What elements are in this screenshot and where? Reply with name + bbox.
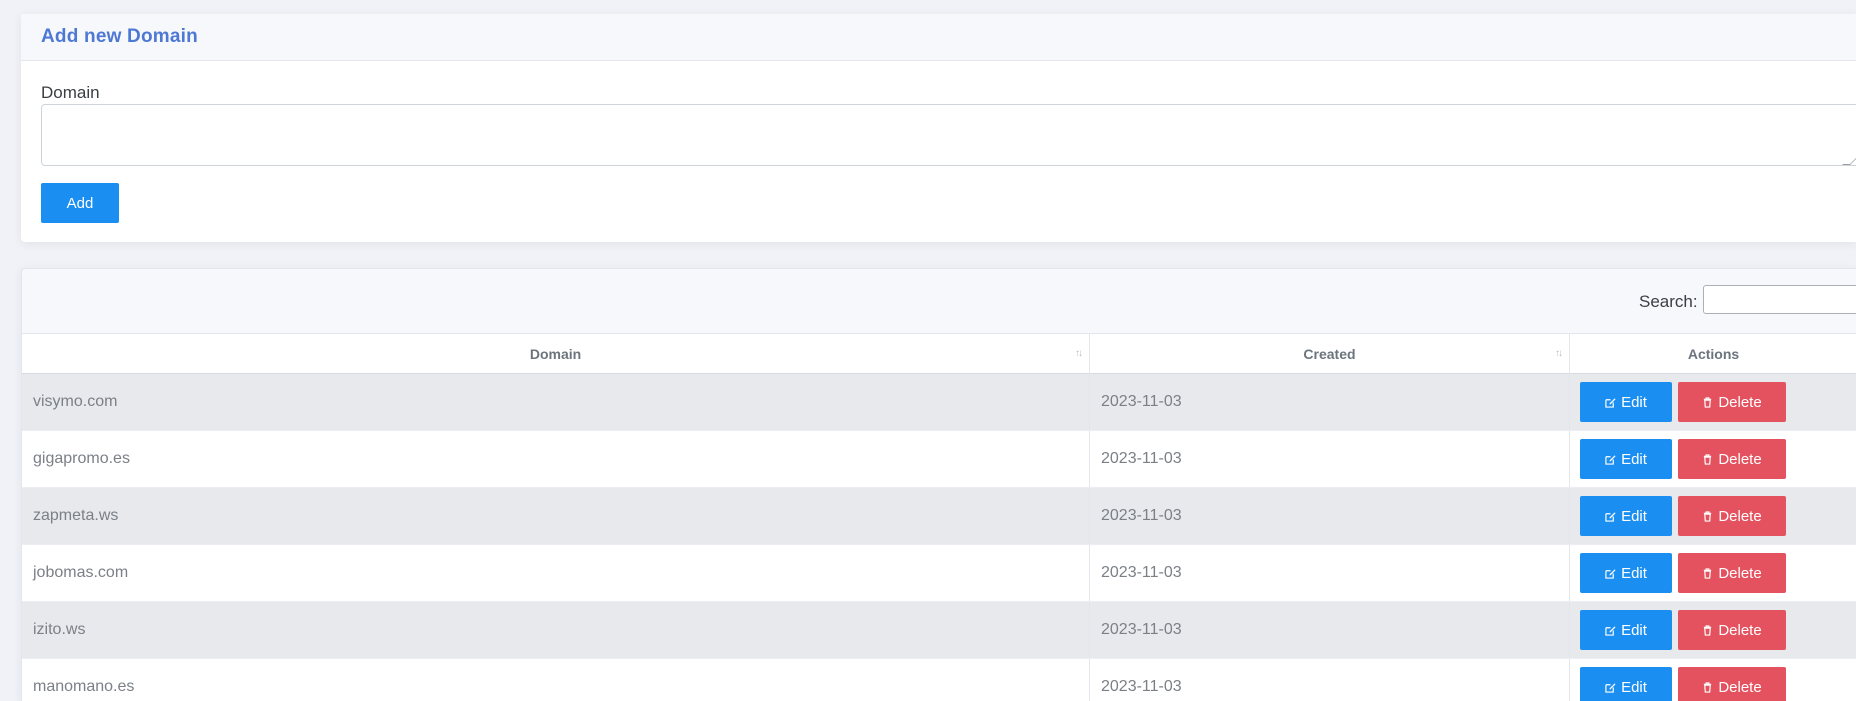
domain-cell: jobomas.com [22, 545, 1090, 601]
column-header-label: Domain [529, 346, 582, 362]
edit-label: Edit [1621, 393, 1647, 411]
trash-icon [1704, 681, 1712, 693]
created-cell: 2023-11-03 [1090, 659, 1570, 701]
edit-button[interactable]: Edit [1580, 667, 1672, 701]
edit-label: Edit [1621, 678, 1647, 696]
column-header-label: Created [1303, 346, 1356, 362]
search-input[interactable] [1703, 285, 1856, 314]
column-header-domain[interactable]: Domain ↑↓ [22, 334, 1090, 374]
edit-icon [1605, 682, 1616, 693]
edit-icon [1605, 397, 1616, 408]
trash-icon [1704, 567, 1712, 579]
delete-label: Delete [1718, 450, 1762, 468]
edit-label: Edit [1621, 564, 1647, 582]
table-row: visymo.com 2023-11-03 Edit Delete [22, 374, 1856, 431]
domain-cell: zapmeta.ws [22, 488, 1090, 544]
domain-cell: izito.ws [22, 602, 1090, 658]
actions-cell: Edit Delete [1570, 488, 1856, 544]
actions-cell: Edit Delete [1570, 602, 1856, 658]
trash-icon [1704, 453, 1712, 465]
domain-input[interactable] [41, 104, 1856, 166]
actions-cell: Edit Delete [1570, 374, 1856, 430]
page: Add new Domain Domain Add Search: Domain… [0, 0, 1856, 701]
edit-icon [1605, 568, 1616, 579]
delete-label: Delete [1718, 621, 1762, 639]
table-row: jobomas.com 2023-11-03 Edit Delete [22, 545, 1856, 602]
created-cell: 2023-11-03 [1090, 545, 1570, 601]
delete-label: Delete [1718, 564, 1762, 582]
delete-button[interactable]: Delete [1678, 667, 1786, 701]
edit-icon [1605, 511, 1616, 522]
table-header: Domain ↑↓ Created ↑↓ Actions [22, 333, 1856, 374]
delete-button[interactable]: Delete [1678, 553, 1786, 593]
delete-button[interactable]: Delete [1678, 382, 1786, 422]
created-cell: 2023-11-03 [1090, 602, 1570, 658]
delete-button[interactable]: Delete [1678, 439, 1786, 479]
delete-button[interactable]: Delete [1678, 610, 1786, 650]
trash-icon [1704, 396, 1712, 408]
actions-cell: Edit Delete [1570, 659, 1856, 701]
delete-button[interactable]: Delete [1678, 496, 1786, 536]
created-cell: 2023-11-03 [1090, 431, 1570, 487]
delete-label: Delete [1718, 678, 1762, 696]
edit-button[interactable]: Edit [1580, 610, 1672, 650]
domain-field-label: Domain [41, 83, 100, 102]
created-cell: 2023-11-03 [1090, 374, 1570, 430]
created-cell: 2023-11-03 [1090, 488, 1570, 544]
column-header-created[interactable]: Created ↑↓ [1090, 334, 1570, 374]
actions-cell: Edit Delete [1570, 545, 1856, 601]
delete-label: Delete [1718, 507, 1762, 525]
domain-cell: visymo.com [22, 374, 1090, 430]
edit-label: Edit [1621, 450, 1647, 468]
sort-icon: ↑↓ [1075, 348, 1083, 359]
domain-cell: manomano.es [22, 659, 1090, 701]
table-row: manomano.es 2023-11-03 Edit Delete [22, 659, 1856, 701]
domain-cell: gigapromo.es [22, 431, 1090, 487]
edit-button[interactable]: Edit [1580, 439, 1672, 479]
edit-icon [1605, 454, 1616, 465]
edit-button[interactable]: Edit [1580, 496, 1672, 536]
search-label: Search: [1639, 292, 1698, 311]
delete-label: Delete [1718, 393, 1762, 411]
column-header-label: Actions [1687, 346, 1740, 362]
trash-icon [1704, 624, 1712, 636]
domains-table-card: Search: Domain ↑↓ Created ↑↓ Actions vis… [21, 268, 1856, 701]
edit-button[interactable]: Edit [1580, 553, 1672, 593]
domains-table: Domain ↑↓ Created ↑↓ Actions visymo.com … [22, 333, 1856, 701]
table-row: izito.ws 2023-11-03 Edit Delete [22, 602, 1856, 659]
table-row: zapmeta.ws 2023-11-03 Edit Delete [22, 488, 1856, 545]
table-body: visymo.com 2023-11-03 Edit Delete gigapr… [22, 374, 1856, 701]
card-header: Add new Domain [21, 14, 1856, 61]
card-title: Add new Domain [41, 26, 198, 47]
table-row: gigapromo.es 2023-11-03 Edit Delete [22, 431, 1856, 488]
edit-icon [1605, 625, 1616, 636]
sort-icon: ↑↓ [1555, 348, 1563, 359]
edit-button[interactable]: Edit [1580, 382, 1672, 422]
edit-label: Edit [1621, 621, 1647, 639]
edit-label: Edit [1621, 507, 1647, 525]
trash-icon [1704, 510, 1712, 522]
add-button[interactable]: Add [41, 183, 119, 223]
add-domain-card: Add new Domain Domain Add [21, 14, 1856, 242]
actions-cell: Edit Delete [1570, 431, 1856, 487]
column-header-actions: Actions [1570, 334, 1856, 374]
